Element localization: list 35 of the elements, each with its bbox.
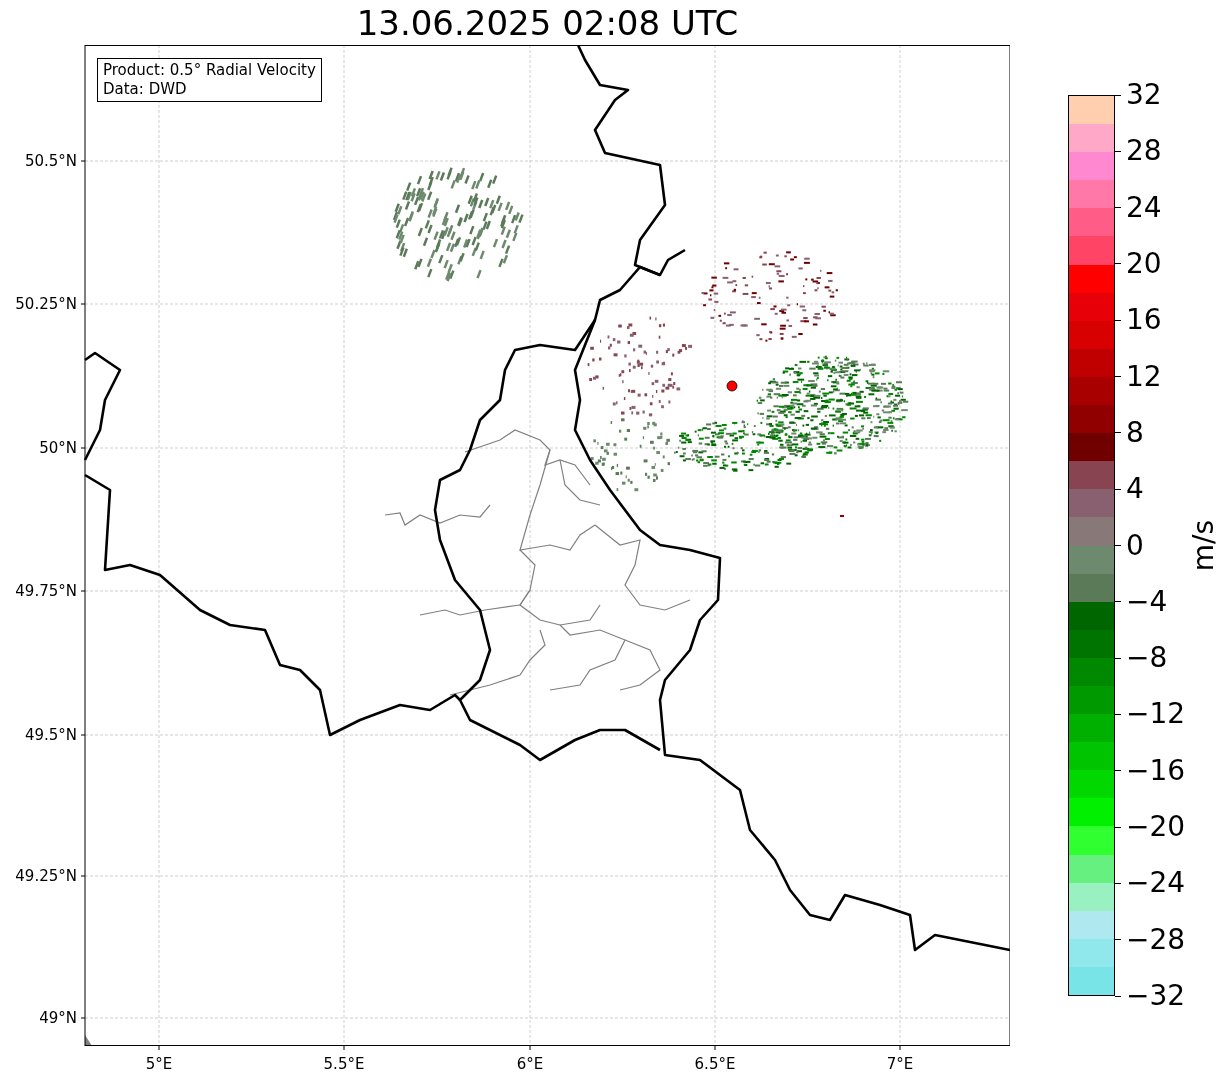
colorbar-tick-label: 16 bbox=[1126, 304, 1162, 337]
colorbar-tick-label: 0 bbox=[1126, 529, 1144, 562]
longitude-label: 6.5°E bbox=[694, 1055, 736, 1073]
latitude-label: 50.5°N bbox=[24, 152, 77, 170]
latitude-label: 49.75°N bbox=[15, 582, 77, 600]
colorbar-label: m/s bbox=[1187, 519, 1221, 572]
colorbar-tick-label: −20 bbox=[1126, 811, 1186, 844]
colorbar-tick-label: −24 bbox=[1126, 867, 1186, 900]
colorbar-tick-label: −4 bbox=[1126, 585, 1168, 618]
colorbar-tick-label: 12 bbox=[1126, 360, 1162, 393]
colorbar-tick-label: −8 bbox=[1126, 642, 1168, 675]
land-patch bbox=[85, 1035, 92, 1046]
latitude-label: 50.25°N bbox=[15, 295, 77, 313]
colorbar-tick-label: −32 bbox=[1126, 980, 1186, 1012]
colorbar-tick-label: −12 bbox=[1126, 698, 1186, 731]
chart-title: 13.06.2025 02:08 UTC bbox=[356, 2, 739, 43]
colorbar-tick-label: 28 bbox=[1126, 135, 1162, 168]
longitude-label: 5°E bbox=[145, 1055, 173, 1073]
latitude-label: 49°N bbox=[39, 1009, 77, 1027]
colorbar-tick-label: 8 bbox=[1126, 416, 1144, 449]
latitude-label: 50°N bbox=[39, 439, 77, 457]
latitude-label: 49.5°N bbox=[24, 726, 77, 744]
colorbar-tick-label: −16 bbox=[1126, 754, 1186, 787]
latitude-label: 49.25°N bbox=[15, 867, 77, 885]
info-text: Product: 0.5° Radial Velocity bbox=[103, 61, 316, 80]
longitude-label: 7°E bbox=[886, 1055, 914, 1073]
colorbar-tick-label: 20 bbox=[1126, 247, 1162, 280]
colorbar-tick-label: −28 bbox=[1126, 923, 1186, 956]
longitude-label: 6°E bbox=[516, 1055, 544, 1073]
colorbar-tick-label: 32 bbox=[1126, 79, 1162, 111]
radar-site-marker bbox=[726, 380, 738, 392]
longitude-label: 5.5°E bbox=[323, 1055, 365, 1073]
info-text: Data: DWD bbox=[103, 80, 188, 99]
colorbar-tick-label: 4 bbox=[1126, 473, 1144, 506]
colorbar-tick-label: 24 bbox=[1126, 191, 1162, 224]
